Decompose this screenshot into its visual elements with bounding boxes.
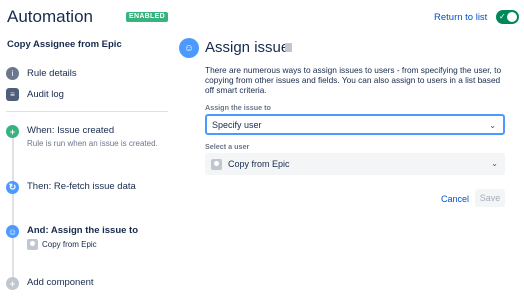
- sidebar-item-label: Rule details: [27, 68, 77, 79]
- user-select[interactable]: Copy from Epic ⌄: [205, 153, 505, 175]
- sidebar-item-audit-log[interactable]: ≡ Audit log: [6, 88, 64, 101]
- chevron-down-icon: ⌄: [489, 121, 496, 130]
- plus-icon: +: [6, 125, 19, 138]
- assign-field-label: Assign the issue to: [205, 103, 271, 112]
- page-title: Automation: [7, 7, 93, 26]
- check-icon: ✓: [499, 12, 506, 21]
- assign-select-value: Specify user: [212, 119, 262, 130]
- return-to-list-link[interactable]: Return to list: [434, 12, 487, 23]
- assign-user-icon: ☺: [179, 38, 199, 58]
- cancel-button[interactable]: Cancel: [441, 194, 469, 204]
- rule-enabled-toggle[interactable]: ✓: [496, 10, 519, 24]
- step-title: Then: Re-fetch issue data: [27, 181, 136, 192]
- user-select-value: Copy from Epic: [228, 159, 290, 169]
- timeline-line: [12, 138, 14, 280]
- avatar-icon: [211, 158, 222, 170]
- rule-name: Copy Assignee from Epic: [7, 39, 122, 50]
- step-subtitle: Copy from Epic: [27, 239, 97, 250]
- step-subtitle: Rule is run when an issue is created.: [27, 139, 158, 148]
- step-subtitle-text: Copy from Epic: [42, 240, 97, 249]
- user-field-label: Select a user: [205, 142, 250, 151]
- step-title: When: Issue created: [27, 125, 115, 136]
- sidebar-item-label: Audit log: [27, 89, 64, 100]
- assign-user-icon: ☺: [6, 225, 19, 238]
- toggle-knob: [507, 12, 517, 22]
- assign-select[interactable]: Specify user ⌄: [205, 114, 505, 135]
- panel-title: Assign issue: [205, 39, 290, 56]
- save-button[interactable]: Save: [475, 189, 505, 207]
- plus-icon: +: [6, 277, 19, 290]
- sidebar-item-rule-details[interactable]: i Rule details: [6, 67, 77, 80]
- refresh-icon: ↻: [6, 181, 19, 194]
- chevron-down-icon: ⌄: [491, 159, 498, 168]
- enabled-badge: ENABLED: [126, 12, 168, 22]
- log-icon: ≡: [6, 88, 19, 101]
- add-component-label: Add component: [27, 277, 94, 288]
- info-icon: i: [6, 67, 19, 80]
- sidebar-divider: [6, 111, 168, 112]
- trash-icon[interactable]: [285, 43, 292, 52]
- panel-description: There are numerous ways to assign issues…: [205, 65, 502, 95]
- avatar-icon: [27, 239, 38, 250]
- step-title: And: Assign the issue to: [27, 225, 139, 236]
